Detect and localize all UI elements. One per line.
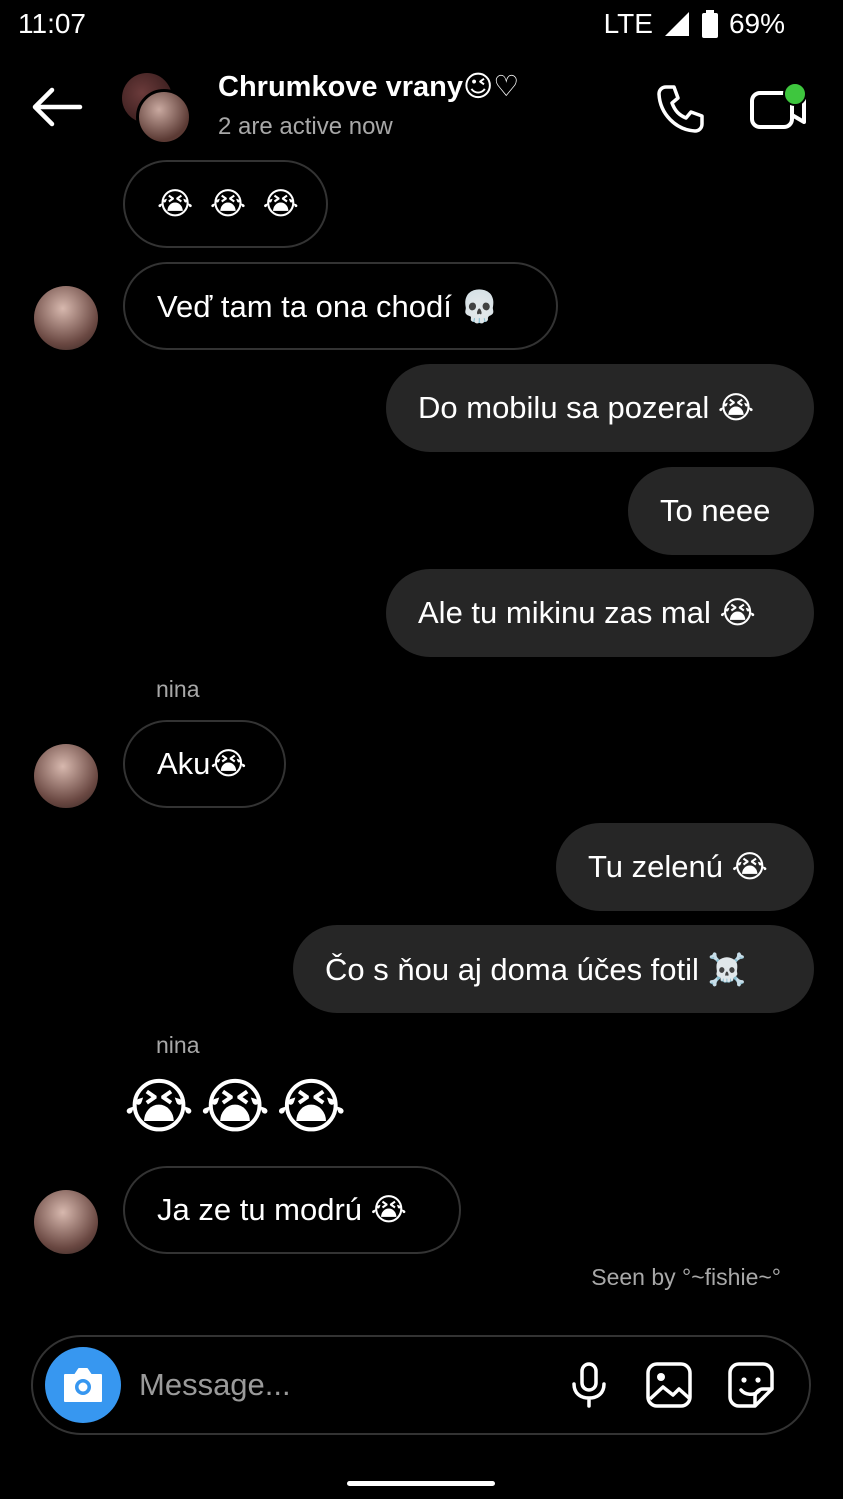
- status-bar: 11:07 LTE 69%: [0, 0, 843, 50]
- sticker-icon[interactable]: [727, 1361, 775, 1409]
- emoji-message[interactable]: 😭😭😭: [124, 1072, 352, 1142]
- sender-name: nina: [156, 1032, 200, 1058]
- avatar: [136, 89, 192, 145]
- status-right: LTE 69%: [604, 8, 785, 40]
- status-time: 11:07: [18, 8, 86, 39]
- message-bubble[interactable]: Tu zelenú 😭: [556, 823, 814, 911]
- camera-button[interactable]: [45, 1347, 121, 1423]
- message-bubble[interactable]: Aku😭: [123, 720, 286, 808]
- message-text: Veď tam ta ona chodí 💀: [157, 288, 500, 324]
- camera-icon: [64, 1368, 102, 1402]
- message-text: Tu zelenú 😭: [588, 849, 768, 884]
- active-status: 2 are active now: [218, 113, 393, 140]
- message-input[interactable]: Message...: [139, 1367, 291, 1403]
- message-text: Do mobilu sa pozeral 😭: [418, 390, 755, 425]
- home-indicator[interactable]: [347, 1481, 495, 1486]
- message-bubble[interactable]: Ja ze tu modrú 😭: [123, 1166, 461, 1254]
- phone-icon[interactable]: [652, 81, 708, 137]
- message-text: Čo s ňou aj doma účes fotil ☠️: [325, 951, 747, 987]
- message-text: To neee: [660, 493, 771, 528]
- avatar[interactable]: [34, 744, 98, 808]
- group-avatar[interactable]: [118, 71, 192, 145]
- active-indicator: [783, 82, 807, 106]
- signal-icon: [664, 12, 689, 36]
- microphone-icon[interactable]: [565, 1361, 613, 1409]
- seen-receipt: Seen by °~fishie~°: [591, 1264, 781, 1290]
- message-bubble[interactable]: Ale tu mikinu zas mal 😭: [386, 569, 814, 657]
- message-bubble[interactable]: To neee: [628, 467, 814, 555]
- message-bubble[interactable]: Veď tam ta ona chodí 💀: [123, 262, 558, 350]
- chat-title[interactable]: Chrumkove vrany😉♡: [218, 69, 519, 104]
- message-bubble[interactable]: Do mobilu sa pozeral 😭: [386, 364, 814, 452]
- message-bubble[interactable]: Čo s ňou aj doma účes fotil ☠️: [293, 925, 814, 1013]
- arrow-left-icon[interactable]: [30, 85, 84, 129]
- sender-name: nina: [156, 676, 200, 702]
- message-text: Ale tu mikinu zas mal 😭: [418, 595, 756, 630]
- image-icon[interactable]: [645, 1361, 693, 1409]
- message-composer: Message...: [31, 1335, 811, 1435]
- message-text: Ja ze tu modrú 😭: [157, 1192, 407, 1227]
- message-bubble[interactable]: 😭 😭 😭: [123, 160, 328, 248]
- avatar[interactable]: [34, 286, 98, 350]
- chat-header: Chrumkove vrany😉♡ 2 are active now: [0, 55, 843, 165]
- avatar[interactable]: [34, 1190, 98, 1254]
- battery-icon: [701, 10, 718, 38]
- battery-level: 69%: [728, 8, 785, 39]
- network-label: LTE: [603, 8, 653, 39]
- message-text: Aku😭: [157, 746, 247, 781]
- message-text: 😭 😭 😭: [157, 186, 303, 221]
